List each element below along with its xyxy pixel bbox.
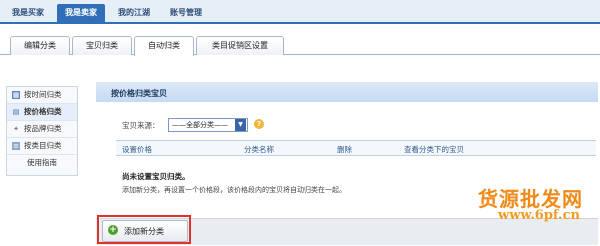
sidebar-item-by-time[interactable]: ▦ 按时间归类 bbox=[7, 87, 77, 104]
tab-item-classify[interactable]: 宝贝归类 bbox=[72, 36, 132, 55]
sidebar-item-by-price[interactable]: ▤ 按价格归类 bbox=[7, 104, 77, 121]
nav-account[interactable]: 账号管理 bbox=[161, 4, 211, 22]
sidebar-item-label: 按品牌归类 bbox=[24, 124, 62, 133]
col-view-items: 查看分类下的宝贝 bbox=[404, 145, 464, 154]
sidebar-item-label: 按价格归类 bbox=[24, 107, 62, 116]
sidebar-item-by-category[interactable]: ≡ 按类目归类 bbox=[7, 138, 77, 155]
tab-edit-category[interactable]: 编辑分类 bbox=[10, 36, 70, 55]
tab-promo-area[interactable]: 类目促销区设置 bbox=[196, 36, 284, 55]
tab-auto-classify[interactable]: 自动归类 bbox=[134, 36, 194, 56]
table-header bbox=[116, 140, 596, 156]
nav-jianghu[interactable]: 我的江湖 bbox=[109, 4, 159, 22]
sidebar-item-label: 按时间归类 bbox=[24, 90, 62, 99]
source-select-value: ——全部分类—— bbox=[172, 121, 228, 129]
empty-title: 尚未设置宝贝归类。 bbox=[122, 172, 190, 181]
help-icon[interactable]: ? bbox=[254, 119, 264, 129]
sidebar-item-guide[interactable]: 使用指南 bbox=[7, 155, 77, 171]
top-nav: 我是买家 我是卖家 我的江湖 账号管理 bbox=[0, 0, 600, 24]
empty-description: 添加新分类，再设置一个价格段，该价格段内的宝贝将自动归类在一起。 bbox=[122, 186, 346, 194]
sidebar-item-by-brand[interactable]: ✦ 按品牌归类 bbox=[7, 121, 77, 138]
sidebar-item-label: 按类目归类 bbox=[24, 141, 62, 150]
watermark-url: www.6pf.cn bbox=[498, 208, 580, 223]
panel-title: 按价格归类宝贝 bbox=[111, 89, 167, 98]
col-price: 设置价格 bbox=[122, 145, 152, 154]
brand-icon: ✦ bbox=[13, 125, 19, 133]
panel-header bbox=[96, 82, 598, 102]
sidebar-item-label: 使用指南 bbox=[27, 158, 57, 167]
highlight-box bbox=[97, 215, 191, 244]
sidebar: ▦ 按时间归类 ▤ 按价格归类 ✦ 按品牌归类 ≡ 按类目归类 使用指南 bbox=[6, 86, 78, 176]
col-delete: 删除 bbox=[337, 145, 352, 154]
calendar-icon: ▦ bbox=[12, 91, 20, 99]
col-category-name: 分类名称 bbox=[244, 145, 274, 154]
chevron-down-icon[interactable]: ▼ bbox=[235, 119, 246, 131]
price-icon: ▤ bbox=[12, 108, 20, 116]
nav-buyer[interactable]: 我是买家 bbox=[3, 4, 53, 22]
nav-seller[interactable]: 我是卖家 bbox=[57, 4, 105, 22]
sub-tabs: 编辑分类 宝贝归类 自动归类 类目促销区设置 bbox=[0, 28, 600, 56]
category-icon: ≡ bbox=[12, 142, 20, 150]
source-label: 宝贝来源： bbox=[122, 121, 160, 130]
